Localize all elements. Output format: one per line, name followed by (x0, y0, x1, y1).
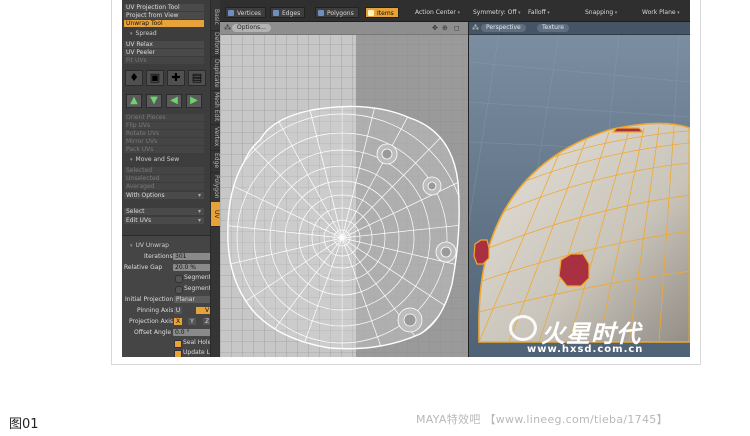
with-options-dropdown[interactable]: With Options ▾ (124, 192, 204, 199)
flip-uvs-button[interactable]: Flip UVs (124, 122, 204, 129)
uv-tool-icon-4[interactable]: ▤ (188, 70, 206, 86)
projection-axis-label: Projection Axis (129, 318, 174, 325)
move-up-arrow-icon[interactable]: ▲ (126, 94, 142, 108)
update-layout-checkbox[interactable] (174, 350, 182, 357)
projection-axis-y[interactable]: Y (188, 318, 196, 325)
uv-viewport-header: ⁂ Options... ✥ ⊕ ◻ (220, 22, 468, 35)
segment-b-checkbox-2[interactable] (175, 286, 183, 294)
uv-tool-icon-2[interactable]: ▣ (146, 70, 164, 86)
vertices-label: Vertices (237, 10, 261, 17)
uv-grid-canvas (220, 22, 468, 357)
select-dropdown[interactable]: Select ▾ (124, 208, 204, 215)
hxsd-logo-icon (509, 315, 537, 341)
items-icon (368, 10, 374, 16)
work-plane-dropdown[interactable]: Work Plane (642, 7, 680, 18)
items-label: Items (377, 10, 394, 17)
chevron-down-icon: ▾ (197, 217, 201, 224)
symmetry-dropdown[interactable]: Symmetry: Off (473, 7, 521, 18)
tool-panel: UV Projection Tool Project from View Unw… (122, 0, 222, 357)
move-left-arrow-icon[interactable]: ◀ (166, 94, 182, 108)
orient-pieces-button[interactable]: Orient Pieces (124, 114, 204, 121)
pack-uvs-button[interactable]: Pack UVs (124, 146, 204, 153)
move-and-sew-header[interactable]: Move and Sew (130, 156, 210, 164)
pinning-axis-label: Pinning Axis (137, 307, 174, 314)
edit-uvs-label: Edit UVs (126, 217, 152, 224)
tab-texture[interactable]: Texture (537, 24, 569, 32)
seal-holes-checkbox[interactable] (174, 340, 182, 348)
modo-app-window: UV Projection Tool Project from View Unw… (122, 0, 690, 357)
viewport-toggle-icon[interactable]: ⁂ (224, 25, 231, 32)
perspective-canvas (469, 22, 690, 357)
pinning-axis-u[interactable]: U (174, 307, 182, 314)
uv-peeler-button[interactable]: UV Peeler (124, 49, 204, 56)
unwrap-tool-button[interactable]: Unwrap Tool (124, 20, 204, 27)
uv-tool-icon-1[interactable]: ♦ (125, 70, 143, 86)
edges-mode-button[interactable]: Edges (270, 7, 306, 18)
uv-relax-button[interactable]: UV Relax (124, 41, 204, 48)
edit-uvs-dropdown[interactable]: Edit UVs ▾ (124, 217, 204, 224)
vertices-icon (228, 10, 234, 16)
select-label: Select (126, 208, 145, 215)
uv-options-button[interactable]: Options... (232, 24, 271, 32)
top-toolbar: Vertices Edges Polygons Items Action Cen… (220, 0, 690, 22)
action-center-dropdown[interactable]: Action Center (415, 7, 460, 18)
fit-uvs-button[interactable]: Fit UVs (124, 57, 204, 64)
items-mode-button[interactable]: Items (365, 7, 399, 18)
tab-perspective[interactable]: Perspective (481, 24, 526, 32)
sew-selected-button[interactable]: Selected (124, 167, 204, 174)
snapping-dropdown[interactable]: Snapping (585, 7, 617, 18)
with-options-label: With Options (126, 192, 165, 199)
uv-projection-tool-button[interactable]: UV Projection Tool (124, 4, 204, 11)
initial-projection-label: Initial Projection (125, 296, 174, 303)
relative-gap-label: Relative Gap (124, 264, 163, 271)
figure-caption: 图01 (9, 417, 39, 432)
polygons-mode-button[interactable]: Polygons (315, 7, 359, 18)
polygons-label: Polygons (327, 10, 354, 17)
falloff-dropdown[interactable]: Falloff (528, 7, 550, 18)
perspective-viewport[interactable]: ⁂ Perspective Texture 火星时代 www.hxsd.com.… (469, 22, 690, 357)
spread-header[interactable]: Spread (130, 30, 210, 38)
edges-label: Edges (282, 10, 301, 17)
pan-icon[interactable]: ✥ (432, 25, 438, 32)
viewport-toggle-icon[interactable]: ⁂ (472, 25, 479, 32)
projection-axis-x[interactable]: X (174, 318, 182, 325)
move-down-arrow-icon[interactable]: ▼ (146, 94, 162, 108)
vertices-mode-button[interactable]: Vertices (225, 7, 266, 18)
uv-tool-icon-3[interactable]: ✚ (167, 70, 185, 86)
rotate-uvs-button[interactable]: Rotate UVs (124, 130, 204, 137)
chevron-down-icon: ▾ (197, 208, 201, 215)
sew-averaged-button[interactable]: Averaged (124, 183, 204, 190)
uv-viewport[interactable]: ⁂ Options... ✥ ⊕ ◻ (220, 22, 468, 357)
watermark-url: www.hxsd.com.cn (527, 344, 644, 355)
offset-angle-label: Offset Angle (134, 329, 172, 336)
iterations-label: Iterations (144, 253, 173, 260)
maximize-icon[interactable]: ◻ (454, 25, 460, 32)
edges-icon (273, 10, 279, 16)
project-from-view-button[interactable]: Project from View (124, 12, 204, 19)
segment-b-checkbox-1[interactable] (175, 275, 183, 283)
mirror-uvs-button[interactable]: Mirror UVs (124, 138, 204, 145)
uv-unwrap-header[interactable]: UV Unwrap (130, 242, 210, 250)
sew-unselected-button[interactable]: Unselected (124, 175, 204, 182)
perspective-viewport-header: ⁂ Perspective Texture (469, 22, 690, 35)
polygons-icon (318, 10, 324, 16)
forum-watermark-text: MAYA特效吧 【www.lineeg.com/tieba/1745】 (416, 413, 668, 426)
move-right-arrow-icon[interactable]: ▶ (186, 94, 202, 108)
zoom-icon[interactable]: ⊕ (442, 25, 448, 32)
chevron-down-icon: ▾ (197, 192, 201, 199)
